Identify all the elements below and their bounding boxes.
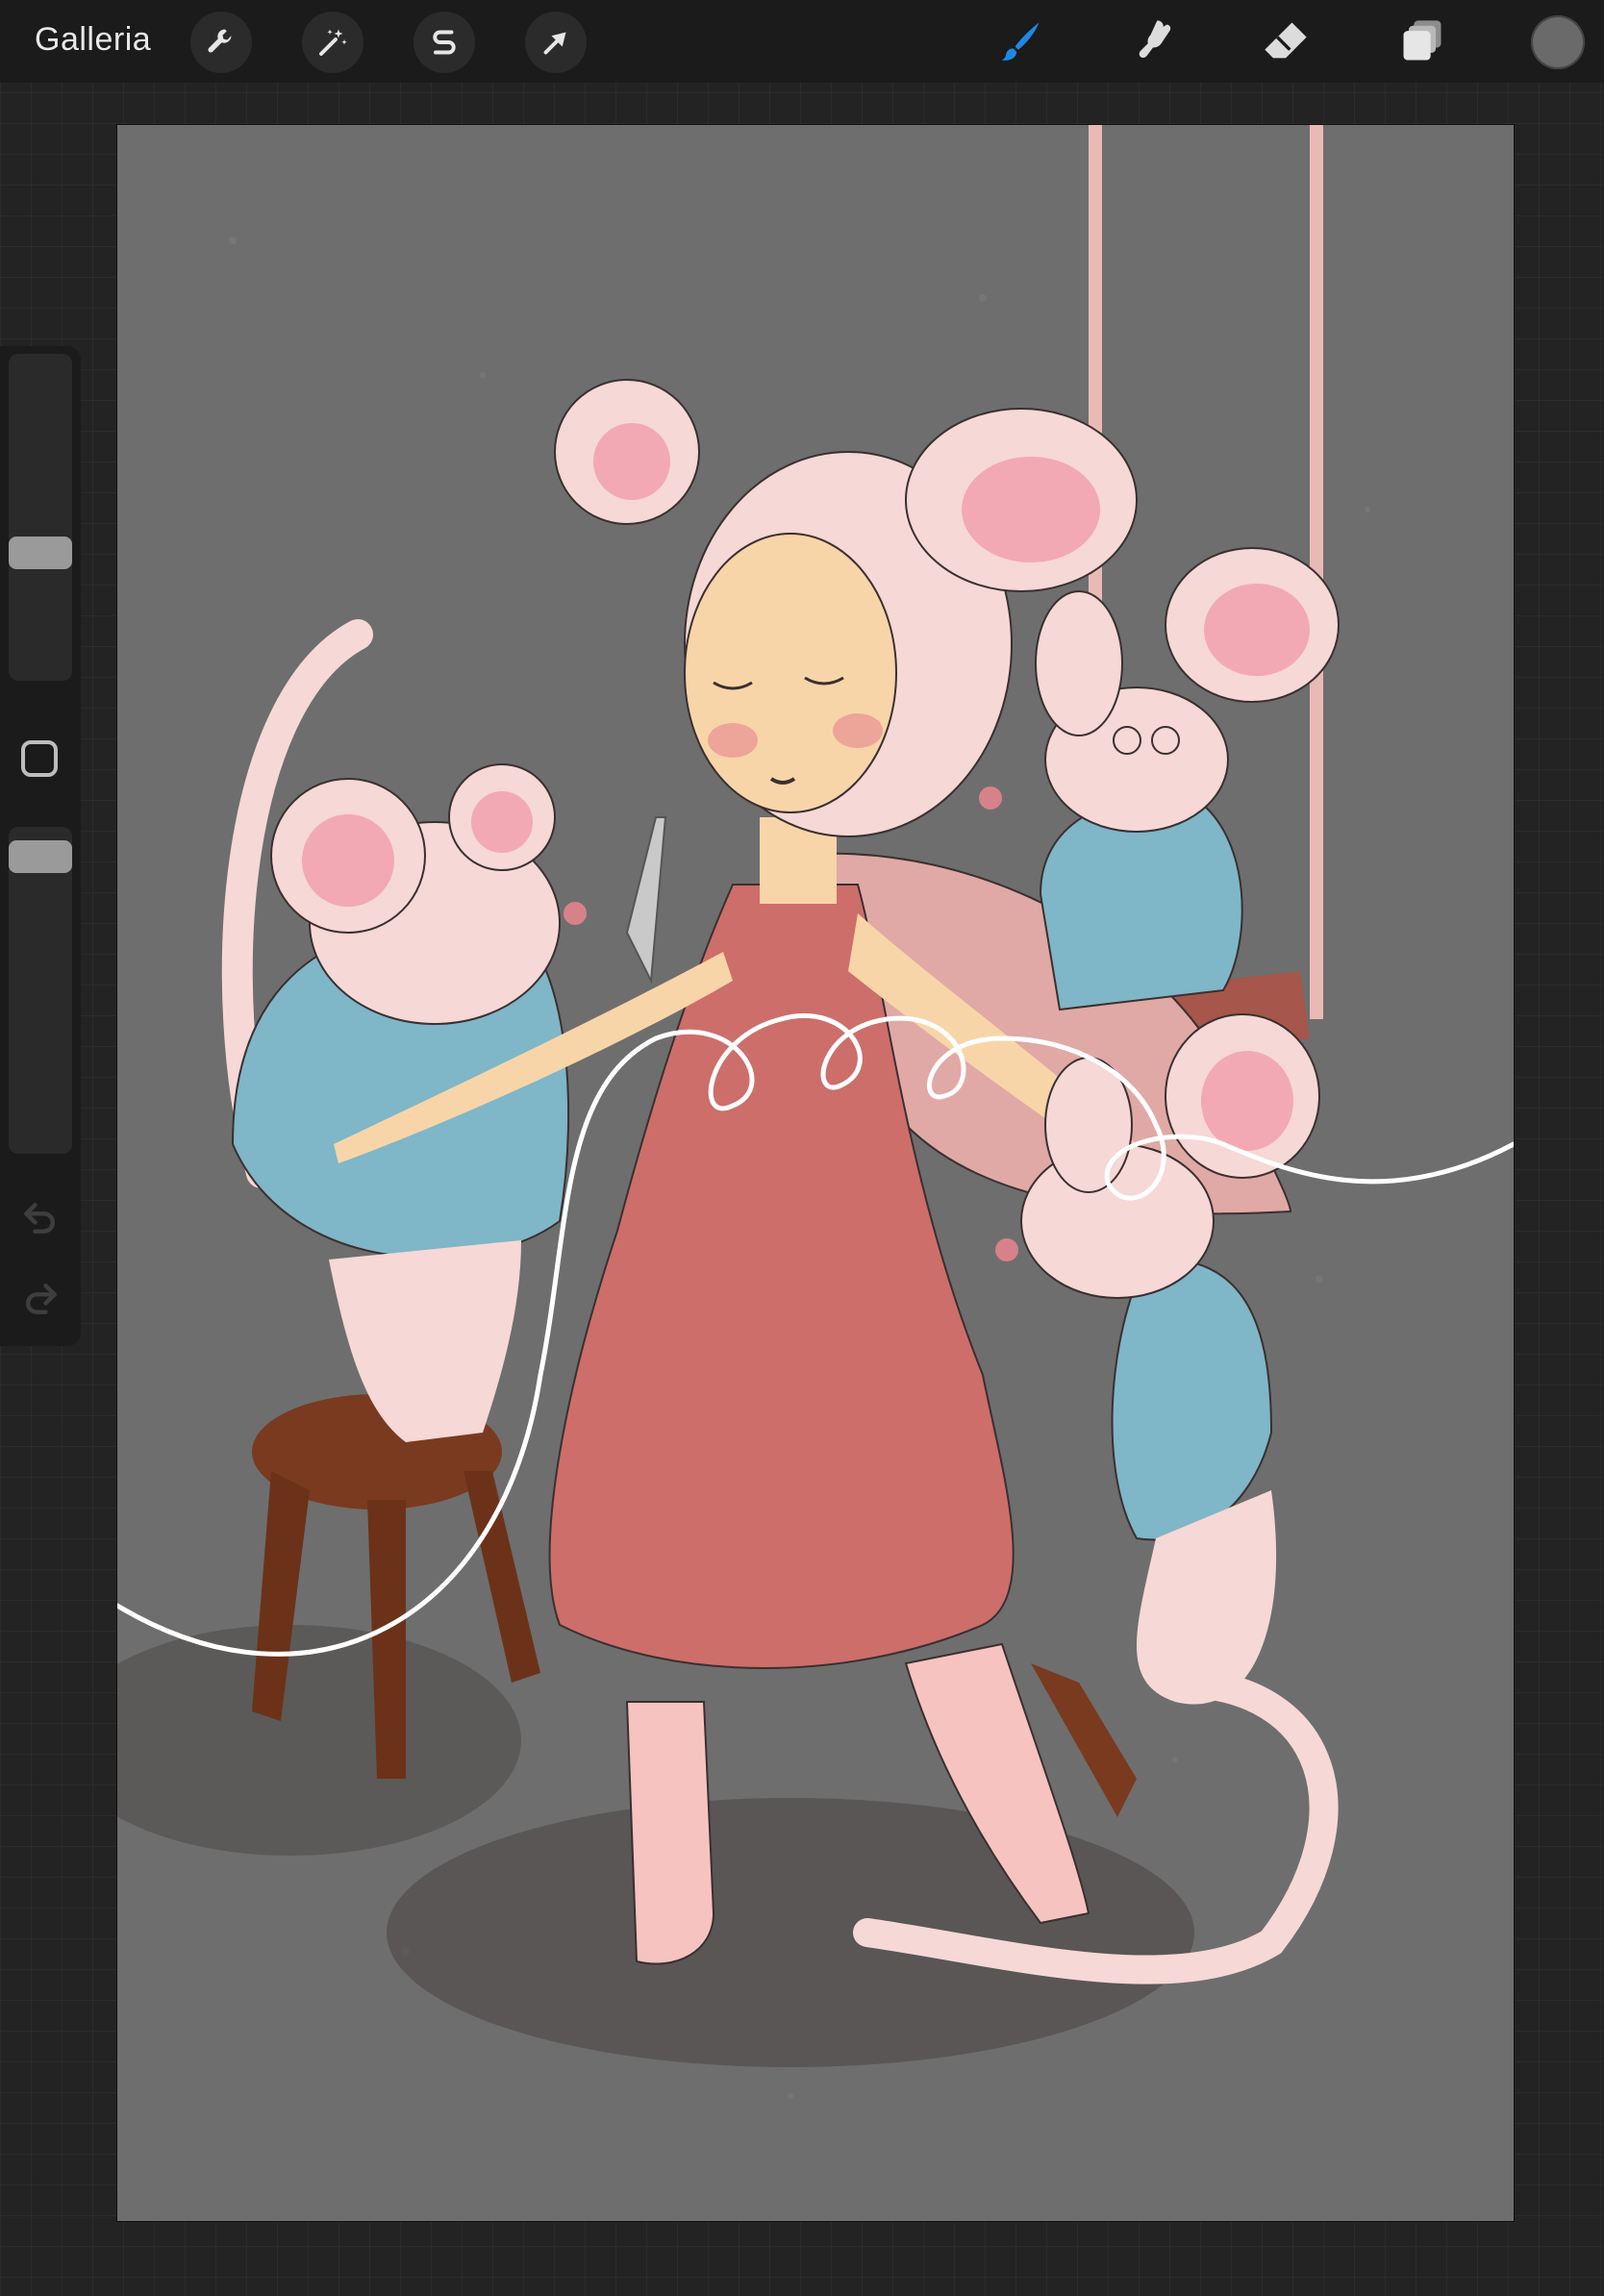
transform-button[interactable] [525,12,587,73]
color-picker-button[interactable] [1531,15,1585,69]
mouse-ear-inner [471,791,533,853]
sewing-needle [625,816,667,985]
girl-cheek [708,723,758,758]
eraser-icon [1265,22,1307,59]
mouse-ear-inner [1204,584,1310,676]
mouse-ear [1035,590,1123,736]
stool-shadow [117,1625,521,1856]
actions-button[interactable] [190,12,252,73]
adjustments-button[interactable] [302,12,363,73]
mouse-nose [979,786,1002,810]
layers-icon [1403,20,1441,61]
girl-face [684,533,897,813]
mouse-nose [995,1238,1018,1261]
eraser-tool-button[interactable] [1252,10,1319,73]
top-toolbar: Galleria [0,0,1604,83]
modify-square-icon[interactable] [21,740,58,777]
brush-tool-button[interactable] [987,10,1054,73]
girl-leg [625,1701,715,1965]
brush-opacity-slider[interactable] [9,827,72,1154]
selection-button[interactable] [414,12,475,73]
smudge-tool-button[interactable] [1119,10,1187,73]
selection-s-icon [433,30,456,55]
left-sidebar [0,346,81,1346]
mouse-nose [564,902,587,925]
gallery-button[interactable]: Galleria [35,21,151,59]
redo-icon[interactable] [19,1277,62,1319]
brush-icon [1001,22,1040,61]
mouse-coat [1111,1258,1273,1541]
hood-ear-inner [962,457,1100,562]
brush-size-thumb[interactable] [9,537,72,569]
magic-wand-icon [319,29,347,56]
mouse-ear-inner [1201,1051,1293,1151]
artwork-canvas[interactable] [117,125,1514,2221]
illustration [117,125,1514,2099]
undo-icon[interactable] [19,1196,62,1238]
arrow-cursor-icon [543,32,566,55]
floor-shadow [387,1798,1194,2067]
wrench-icon [208,29,232,53]
girl-cheek [833,713,883,748]
smudge-icon [1139,20,1171,59]
layers-button[interactable] [1389,10,1456,73]
hood-ear-inner [593,423,670,500]
brush-opacity-thumb[interactable] [9,840,72,873]
brush-size-slider[interactable] [9,354,72,681]
mouse-ear-inner [302,814,394,907]
